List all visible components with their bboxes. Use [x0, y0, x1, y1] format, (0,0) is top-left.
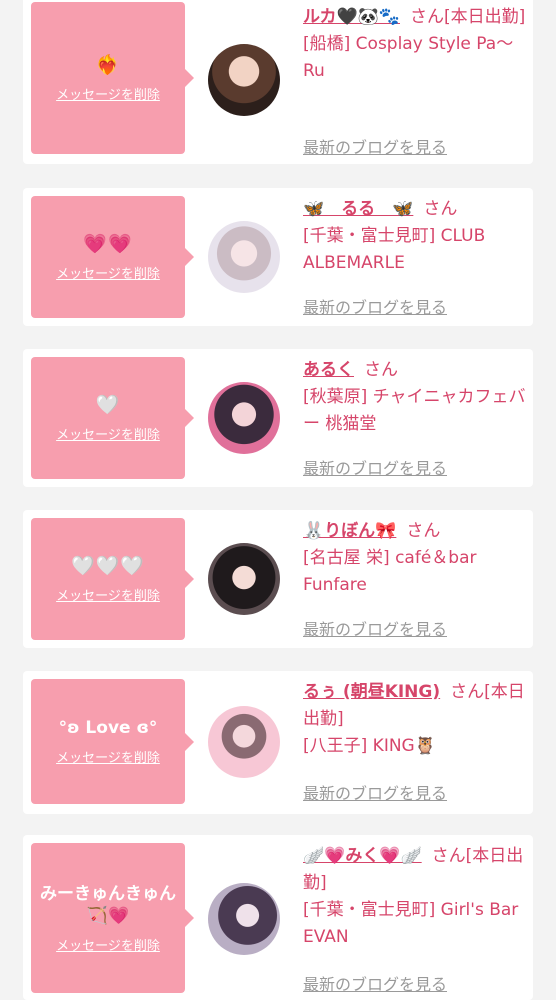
delete-message-link[interactable]: メッセージを削除: [56, 585, 160, 604]
blog-link[interactable]: 最新のブログを見る: [303, 780, 447, 804]
blog-link[interactable]: 最新のブログを見る: [303, 294, 447, 318]
delete-message-link[interactable]: メッセージを削除: [56, 747, 160, 766]
message-text: 💗💗: [83, 232, 133, 255]
name-link[interactable]: 🐰りぼん🎀: [303, 521, 396, 541]
blog-link[interactable]: 最新のブログを見る: [303, 134, 447, 158]
honorific: さん: [406, 521, 441, 541]
blog-link[interactable]: 最新のブログを見る: [303, 971, 447, 995]
profile-info: 🐰りぼん🎀 さん [名古屋 栄] café＆bar Funfare: [303, 518, 531, 599]
name-link[interactable]: あるく: [303, 360, 354, 380]
message-bubble: 🤍 メッセージを削除: [31, 357, 194, 479]
message-bubble: ❤️‍🔥 メッセージを削除: [31, 2, 194, 154]
list-item: °ʚ Love ɞ° メッセージを削除 るぅ (朝昼KING) さん[本日出勤] …: [23, 671, 533, 814]
avatar[interactable]: [208, 706, 280, 778]
status-label: [本日出勤]: [444, 7, 526, 27]
list-item: 🤍🤍🤍 メッセージを削除 🐰りぼん🎀 さん [名古屋 栄] café＆bar Fu…: [23, 510, 533, 648]
shop-name: [八王子] KING🦉: [303, 736, 436, 756]
name-link[interactable]: 🦋 るる 🦋: [303, 199, 413, 219]
message-bubble: 💗💗 メッセージを削除: [31, 196, 194, 318]
message-text: 🤍🤍🤍: [71, 554, 145, 577]
profile-info: 🪽💗みく💗🪽 さん[本日出勤] [千葉・富士見町] Girl's Bar EVAN: [303, 843, 531, 951]
message-bubble: °ʚ Love ɞ° メッセージを削除: [31, 679, 194, 804]
profile-info: るぅ (朝昼KING) さん[本日出勤] [八王子] KING🦉: [303, 679, 531, 760]
message-text: 🤍: [95, 393, 121, 416]
list-item: ❤️‍🔥 メッセージを削除 ルカ🖤🐼🐾 さん[本日出勤] [船橋] Cosplay…: [23, 0, 533, 164]
shop-name: [千葉・富士見町] Girl's Bar EVAN: [303, 900, 519, 947]
name-link[interactable]: 🪽💗みく💗🪽: [303, 846, 422, 866]
shop-name: [船橋] Cosplay Style Pa〜Ru: [303, 34, 514, 81]
message-bubble: 🤍🤍🤍 メッセージを削除: [31, 518, 194, 640]
avatar[interactable]: [208, 382, 280, 454]
list-item: 🤍 メッセージを削除 あるく さん [秋葉原] チャイニャカフェバー 桃猫堂 最新…: [23, 349, 533, 487]
profile-info: ルカ🖤🐼🐾 さん[本日出勤] [船橋] Cosplay Style Pa〜Ru: [303, 4, 531, 85]
avatar[interactable]: [208, 221, 280, 293]
honorific: さん: [431, 846, 466, 866]
message-text: °ʚ Love ɞ°: [58, 718, 158, 738]
delete-message-link[interactable]: メッセージを削除: [56, 935, 160, 954]
list-item: 💗💗 メッセージを削除 🦋 るる 🦋 さん [千葉・富士見町] CLUB ALBE…: [23, 188, 533, 326]
message-bubble: みーきゅんきゅん🏹💗 メッセージを削除: [31, 843, 194, 993]
name-link[interactable]: ルカ🖤🐼🐾: [303, 7, 400, 27]
profile-info: 🦋 るる 🦋 さん [千葉・富士見町] CLUB ALBEMARLE: [303, 196, 531, 277]
delete-message-link[interactable]: メッセージを削除: [56, 84, 160, 103]
avatar[interactable]: [208, 44, 280, 116]
name-link[interactable]: るぅ (朝昼KING): [303, 682, 440, 702]
honorific: さん: [364, 360, 398, 380]
avatar[interactable]: [208, 543, 280, 615]
shop-name: [名古屋 栄] café＆bar Funfare: [303, 548, 477, 595]
message-text: みーきゅんきゅん🏹💗: [40, 883, 176, 926]
avatar[interactable]: [208, 883, 280, 955]
blog-link[interactable]: 最新のブログを見る: [303, 616, 447, 640]
shop-name: [秋葉原] チャイニャカフェバー 桃猫堂: [303, 387, 526, 434]
message-list: ❤️‍🔥 メッセージを削除 ルカ🖤🐼🐾 さん[本日出勤] [船橋] Cosplay…: [0, 0, 556, 1000]
honorific: さん: [423, 199, 458, 219]
delete-message-link[interactable]: メッセージを削除: [56, 263, 160, 282]
profile-info: あるく さん [秋葉原] チャイニャカフェバー 桃猫堂: [303, 357, 531, 438]
shop-name: [千葉・富士見町] CLUB ALBEMARLE: [303, 226, 486, 273]
honorific: さん: [450, 682, 485, 702]
delete-message-link[interactable]: メッセージを削除: [56, 424, 160, 443]
honorific: さん: [410, 7, 444, 27]
blog-link[interactable]: 最新のブログを見る: [303, 455, 447, 479]
list-item: みーきゅんきゅん🏹💗 メッセージを削除 🪽💗みく💗🪽 さん[本日出勤] [千葉・富…: [23, 835, 533, 1000]
message-text: ❤️‍🔥: [95, 53, 121, 76]
